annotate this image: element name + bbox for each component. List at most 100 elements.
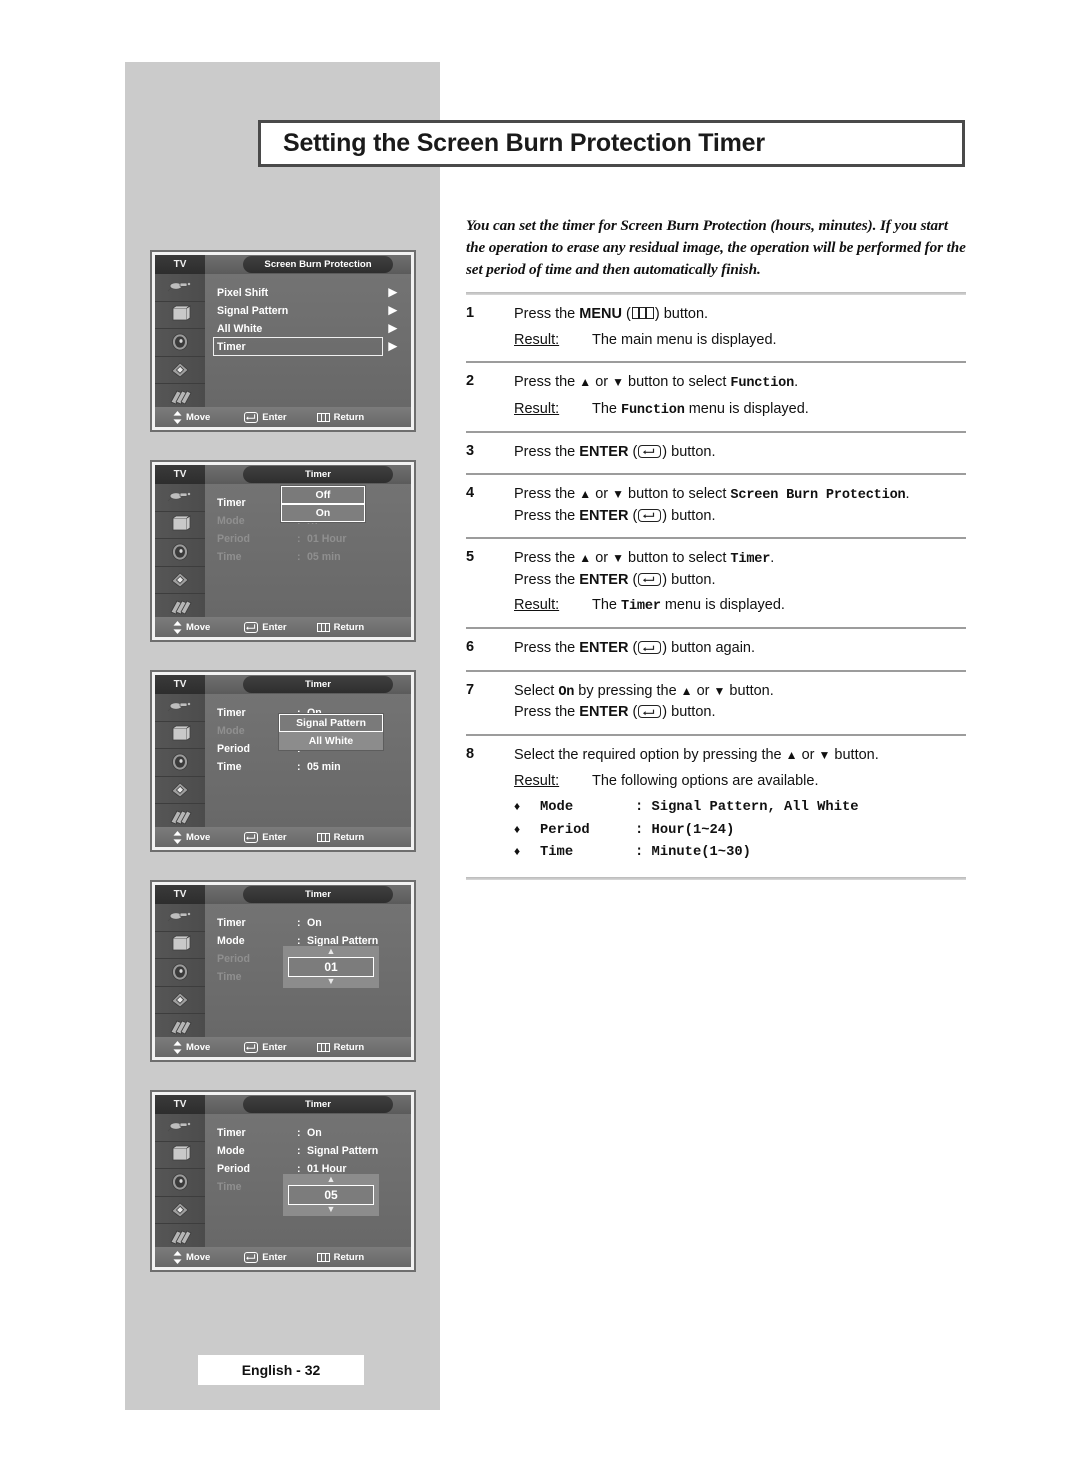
- step-text: Select the required option by pressing t…: [514, 745, 966, 866]
- osd-menu-row[interactable]: Period:01 Hour: [217, 530, 403, 547]
- result-label: Result:: [514, 597, 560, 614]
- osd-sidebar-tv-icon[interactable]: [155, 722, 205, 750]
- osd-row-value: Signal Pattern: [307, 934, 379, 947]
- enter-keyword: ENTER: [579, 704, 629, 721]
- step-text: Press the ▲ or ▼ button to select Screen…: [514, 484, 966, 526]
- osd-sidebar-tv-icon[interactable]: [155, 302, 205, 330]
- osd-sidebar-setup-icon[interactable]: [155, 357, 205, 385]
- osd-sidebar-antenna-icon[interactable]: [155, 1114, 205, 1142]
- spinner-up-arrow-icon[interactable]: ▲: [327, 1175, 336, 1185]
- result-label: Result:: [514, 772, 560, 789]
- step-text-mid: button to select: [624, 550, 731, 567]
- osd-sidebar-speaker-icon[interactable]: [155, 329, 205, 357]
- step-number: 2: [466, 373, 475, 390]
- result-text: The following options are available.: [592, 772, 819, 789]
- enter-keyword: ENTER: [579, 443, 629, 460]
- osd-hint-return-label: Return: [333, 1251, 365, 1263]
- osd-menu-body: Timer:OnMode:Period:Time:05 minSignal Pa…: [205, 694, 411, 827]
- osd-dropdown-option[interactable]: Off: [281, 486, 365, 504]
- osd-sidebar-tv-icon[interactable]: [155, 1142, 205, 1170]
- chevron-right-icon: ▶: [388, 340, 397, 352]
- osd-sidebar-tv-icon[interactable]: [155, 932, 205, 960]
- enter-icon: [638, 444, 662, 458]
- osd-sidebar-setup-icon[interactable]: [155, 1197, 205, 1225]
- osd-row-label: All White: [217, 322, 263, 335]
- osd-sidebar-speaker-icon[interactable]: [155, 959, 205, 987]
- osd-sidebar-antenna-icon[interactable]: [155, 274, 205, 302]
- osd-hint-bar: Move Enter Return: [155, 407, 411, 427]
- osd-sidebar-setup-icon[interactable]: [155, 777, 205, 805]
- osd-sidebar-tv-icon[interactable]: [155, 512, 205, 540]
- osd-menu-row[interactable]: All White ▶: [217, 320, 403, 337]
- osd-dropdown-option[interactable]: Signal Pattern: [279, 714, 383, 732]
- osd-hint-move-label: Move: [186, 411, 211, 423]
- osd-row-label: Time: [217, 550, 242, 563]
- osd-hint-bar: Move Enter Return: [155, 1037, 411, 1057]
- up-arrow-icon: ▲: [579, 551, 592, 566]
- menu-icon: [316, 1252, 330, 1262]
- osd-sidebar-antenna-icon[interactable]: [155, 694, 205, 722]
- osd-dropdown-option[interactable]: On: [281, 504, 365, 522]
- step-text-after: ) button.: [662, 507, 716, 524]
- osd-value-spinner[interactable]: ▲ 05 ▼: [283, 1174, 379, 1216]
- osd-menu-row[interactable]: Mode: Signal Pattern: [217, 1142, 403, 1159]
- osd-menu-row[interactable]: Time:05 min: [217, 758, 403, 775]
- osd-menu-row[interactable]: Pixel Shift ▶: [217, 284, 403, 301]
- step-1: 1 Press the MENU () button. Result: The …: [466, 304, 966, 350]
- result-prefix: The: [592, 597, 622, 614]
- osd-row-label: Timer: [217, 1126, 246, 1139]
- instructions-column: You can set the timer for Screen Burn Pr…: [466, 215, 966, 889]
- osd-value-spinner[interactable]: ▲ 01 ▼: [283, 946, 379, 988]
- step-text-after: .: [770, 550, 775, 567]
- osd-sidebar-antenna-icon[interactable]: [155, 484, 205, 512]
- osd-menu-title: Timer: [243, 886, 393, 903]
- osd-hint-return: Return: [316, 1041, 365, 1053]
- osd-icon-sidebar: [155, 1114, 205, 1247]
- osd-sidebar-setup-icon[interactable]: [155, 567, 205, 595]
- osd-dropdown[interactable]: Off On: [281, 486, 365, 522]
- osd-hint-enter: Enter: [244, 621, 287, 633]
- step-text-before: Press the: [514, 486, 580, 503]
- osd-dropdown[interactable]: Signal Pattern All White: [279, 714, 383, 750]
- osd-menu-row[interactable]: Timer: On: [217, 1124, 403, 1141]
- enter-icon: [244, 621, 259, 633]
- or-text: or: [591, 486, 613, 503]
- osd-sidebar-antenna-icon[interactable]: [155, 904, 205, 932]
- osd-sidebar-speaker-icon[interactable]: [155, 1169, 205, 1197]
- up-down-arrows-icon: [173, 621, 182, 634]
- osd-menu-row[interactable]: Timer: On: [217, 914, 403, 931]
- spinner-up-arrow-icon[interactable]: ▲: [327, 947, 336, 957]
- step-2: 2 Press the ▲ or ▼ button to select Func…: [466, 372, 966, 420]
- step-text-after: ) button.: [662, 704, 716, 721]
- chevron-right-icon: ▶: [388, 322, 397, 334]
- osd-row-value: 01 Hour: [307, 1162, 347, 1175]
- spinner-down-arrow-icon[interactable]: ▼: [327, 1205, 336, 1215]
- enter-icon: [638, 572, 662, 586]
- step-5: 5 Press the ▲ or ▼ button to select Time…: [466, 548, 966, 616]
- option-key: Period: [540, 822, 590, 838]
- result-row: Result: The main menu is displayed.: [514, 330, 966, 351]
- spinner-down-arrow-icon[interactable]: ▼: [327, 977, 336, 987]
- osd-sidebar-speaker-icon[interactable]: [155, 539, 205, 567]
- step-text: Press the ▲ or ▼ button to select Timer.…: [514, 548, 966, 616]
- osd-hint-return-label: Return: [333, 1041, 365, 1053]
- osd-dropdown-option[interactable]: All White: [279, 732, 383, 750]
- osd-row-colon: :: [297, 550, 301, 563]
- page-title: Setting the Screen Burn Protection Timer: [283, 129, 765, 157]
- down-arrow-icon: ▼: [713, 684, 726, 699]
- enter-icon: [638, 641, 662, 655]
- up-down-arrows-icon: [173, 831, 182, 844]
- osd-row-colon: :: [297, 760, 301, 773]
- osd-menu-row[interactable]: Signal Pattern ▶: [217, 302, 403, 319]
- osd-menu-row[interactable]: Timer ▶: [217, 338, 403, 355]
- step-text-after: ) button again.: [662, 640, 756, 657]
- osd-menu-row[interactable]: Time:05 min: [217, 548, 403, 565]
- divider: [466, 430, 966, 433]
- osd-row-label: Mode: [217, 1144, 245, 1157]
- or-text: or: [692, 683, 714, 700]
- osd-sidebar-setup-icon[interactable]: [155, 987, 205, 1015]
- osd-sidebar-speaker-icon[interactable]: [155, 749, 205, 777]
- menu-icon: [316, 412, 330, 422]
- step-text-before: Press the: [514, 704, 580, 721]
- result-suffix: menu is displayed.: [684, 400, 809, 417]
